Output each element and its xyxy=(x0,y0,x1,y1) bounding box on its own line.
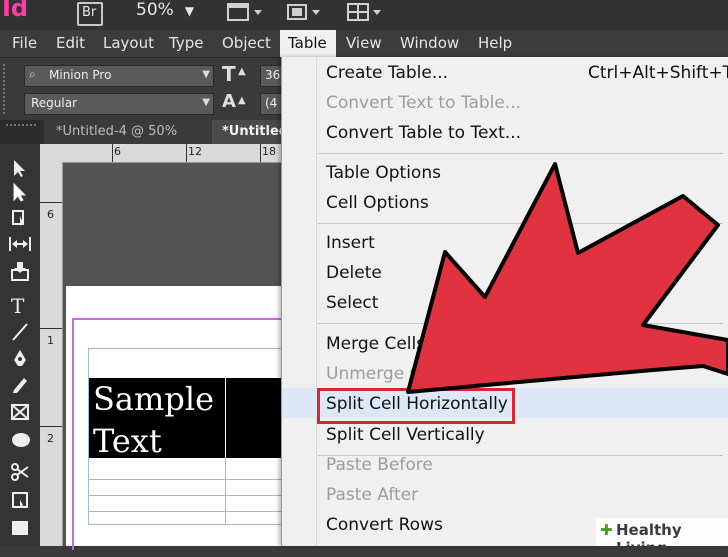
watermark: ✚ Healthy Living xyxy=(596,518,728,557)
red-arrow-annotation xyxy=(406,162,728,394)
leaf-icon: ✚ xyxy=(600,521,613,539)
watermark-text: Healthy Living xyxy=(616,521,682,557)
arrow-icon xyxy=(406,162,728,394)
